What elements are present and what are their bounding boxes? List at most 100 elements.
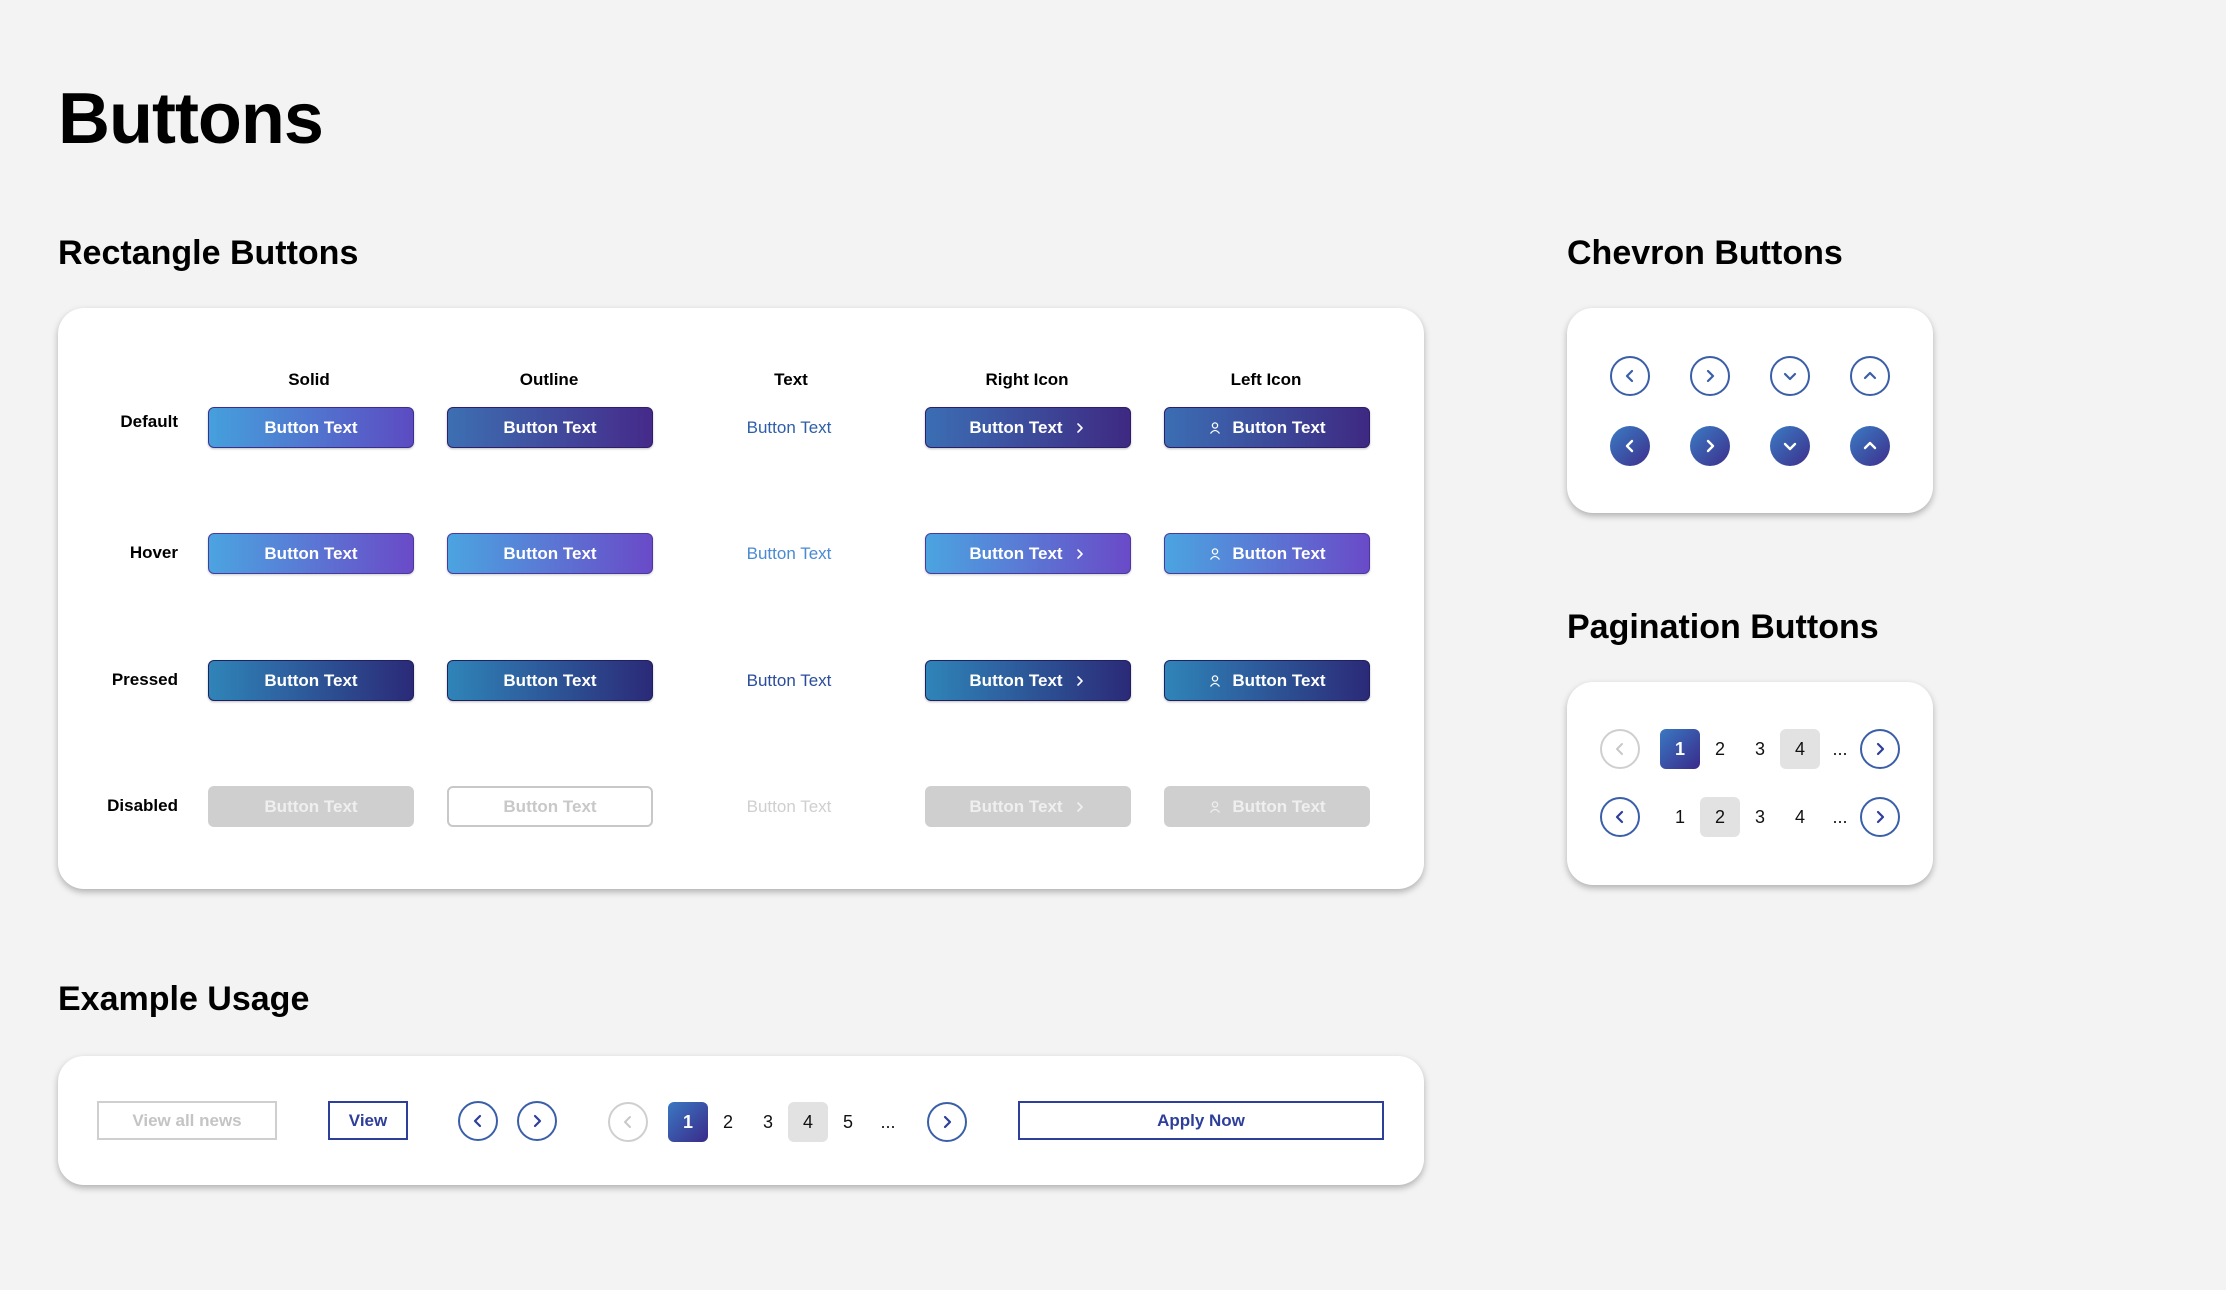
chevron-left-icon <box>1620 436 1640 456</box>
button-label: Button Text <box>746 543 832 563</box>
section-title-pagination: Pagination Buttons <box>1567 608 1879 646</box>
chevron-up-solid-button[interactable] <box>1850 426 1890 466</box>
col-head-right-icon: Right Icon <box>985 370 1069 389</box>
example-pagination-next-button[interactable] <box>927 1102 967 1142</box>
button-label: Button Text <box>1232 417 1326 437</box>
user-icon <box>1208 547 1222 561</box>
view-button[interactable]: View <box>328 1101 408 1140</box>
chevron-down-outline-button[interactable] <box>1770 356 1810 396</box>
chevron-down-solid-button[interactable] <box>1770 426 1810 466</box>
example-page-5-button[interactable]: 5 <box>828 1102 868 1142</box>
chevron-down-icon <box>1780 366 1800 386</box>
example-page-4-button[interactable]: 4 <box>788 1102 828 1142</box>
text-default-button[interactable]: Button Text <box>686 407 892 448</box>
view-all-news-button[interactable]: View all news <box>97 1101 277 1140</box>
button-label: Button Text <box>969 796 1063 816</box>
chevron-right-outline-button[interactable] <box>1690 356 1730 396</box>
row-label-default: Default <box>120 412 178 431</box>
chevron-right-icon <box>1700 436 1720 456</box>
right-icon-hover-button[interactable]: Button Text <box>925 533 1131 574</box>
text-pressed-button[interactable]: Button Text <box>686 660 892 701</box>
button-label: Button Text <box>746 417 832 437</box>
example-prev-button[interactable] <box>458 1101 498 1141</box>
solid-hover-button[interactable]: Button Text <box>208 533 414 574</box>
chevron-right-icon <box>1073 547 1087 561</box>
pagination-next-button[interactable] <box>1860 729 1900 769</box>
example-page-2-button[interactable]: 2 <box>708 1102 748 1142</box>
button-label: Button Text <box>264 543 358 563</box>
chevron-left-solid-button[interactable] <box>1610 426 1650 466</box>
right-icon-disabled-button[interactable]: Button Text <box>925 786 1131 827</box>
button-label: Button Text <box>746 670 832 690</box>
left-icon-hover-button[interactable]: Button Text <box>1164 533 1370 574</box>
page-2-button[interactable]: 2 <box>1700 729 1740 769</box>
user-icon <box>1208 421 1222 435</box>
pagination-next-button[interactable] <box>1860 797 1900 837</box>
example-page-3-button[interactable]: 3 <box>748 1102 788 1142</box>
chevron-right-icon <box>1870 807 1890 827</box>
solid-pressed-button[interactable]: Button Text <box>208 660 414 701</box>
page-1-button[interactable]: 1 <box>1660 797 1700 837</box>
outline-default-button[interactable]: Button Text <box>447 407 653 448</box>
right-icon-default-button[interactable]: Button Text <box>925 407 1131 448</box>
page-3-button[interactable]: 3 <box>1740 797 1780 837</box>
pagination-buttons-card: 1 2 3 4 ... 1 2 3 4 ... <box>1567 682 1933 885</box>
chevron-right-icon <box>1073 800 1087 814</box>
chevron-right-solid-button[interactable] <box>1690 426 1730 466</box>
text-disabled-button[interactable]: Button Text <box>686 786 892 827</box>
row-label-hover: Hover <box>129 543 178 562</box>
button-label: Button Text <box>969 543 1063 563</box>
outline-hover-button[interactable]: Button Text <box>447 533 653 574</box>
chevron-up-outline-button[interactable] <box>1850 356 1890 396</box>
pagination-prev-disabled-button[interactable] <box>1600 729 1640 769</box>
right-icon-pressed-button[interactable]: Button Text <box>925 660 1131 701</box>
apply-now-button[interactable]: Apply Now <box>1018 1101 1384 1140</box>
section-title-chevron: Chevron Buttons <box>1567 234 1843 272</box>
page-2-selected-button[interactable]: 2 <box>1700 797 1740 837</box>
outline-disabled-button[interactable]: Button Text <box>447 786 653 827</box>
button-label: Button Text <box>264 670 358 690</box>
button-label: Button Text <box>1232 543 1326 563</box>
outline-pressed-button[interactable]: Button Text <box>447 660 653 701</box>
solid-disabled-button[interactable]: Button Text <box>208 786 414 827</box>
chevron-right-icon <box>1073 421 1087 435</box>
solid-default-button[interactable]: Button Text <box>208 407 414 448</box>
pagination-prev-button[interactable] <box>1600 797 1640 837</box>
text-hover-button[interactable]: Button Text <box>686 533 892 574</box>
user-icon <box>1208 800 1222 814</box>
chevron-left-icon <box>1610 739 1630 759</box>
page-3-button[interactable]: 3 <box>1740 729 1780 769</box>
pagination-ellipsis: ... <box>1832 806 1848 827</box>
left-icon-default-button[interactable]: Button Text <box>1164 407 1370 448</box>
button-label: Button Text <box>503 796 597 816</box>
button-label: Button Text <box>503 417 597 437</box>
page-1-active-button[interactable]: 1 <box>1660 729 1700 769</box>
example-pagination-prev-disabled-button[interactable] <box>608 1102 648 1142</box>
chevron-left-icon <box>1620 366 1640 386</box>
col-head-outline: Outline <box>519 370 579 389</box>
chevron-left-outline-button[interactable] <box>1610 356 1650 396</box>
chevron-right-icon <box>1700 366 1720 386</box>
row-label-disabled: Disabled <box>107 796 178 815</box>
chevron-left-icon <box>1610 807 1630 827</box>
section-title-rectangle: Rectangle Buttons <box>58 234 359 272</box>
button-label: Button Text <box>969 670 1063 690</box>
col-head-text: Text <box>774 370 808 389</box>
col-head-solid: Solid <box>288 370 330 389</box>
chevron-right-icon <box>1870 739 1890 759</box>
example-next-button[interactable] <box>517 1101 557 1141</box>
button-label: Button Text <box>264 417 358 437</box>
left-icon-disabled-button[interactable]: Button Text <box>1164 786 1370 827</box>
left-icon-pressed-button[interactable]: Button Text <box>1164 660 1370 701</box>
example-pagination-ellipsis: ... <box>880 1111 896 1132</box>
chevron-up-icon <box>1860 436 1880 456</box>
example-page-1-active-button[interactable]: 1 <box>668 1102 708 1142</box>
chevron-left-icon <box>618 1112 638 1132</box>
chevron-left-icon <box>468 1111 488 1131</box>
page-4-hover-button[interactable]: 4 <box>1780 729 1820 769</box>
row-label-pressed: Pressed <box>111 670 178 689</box>
page-4-button[interactable]: 4 <box>1780 797 1820 837</box>
chevron-right-icon <box>1073 674 1087 688</box>
chevron-up-icon <box>1860 366 1880 386</box>
chevron-buttons-card <box>1567 308 1933 513</box>
